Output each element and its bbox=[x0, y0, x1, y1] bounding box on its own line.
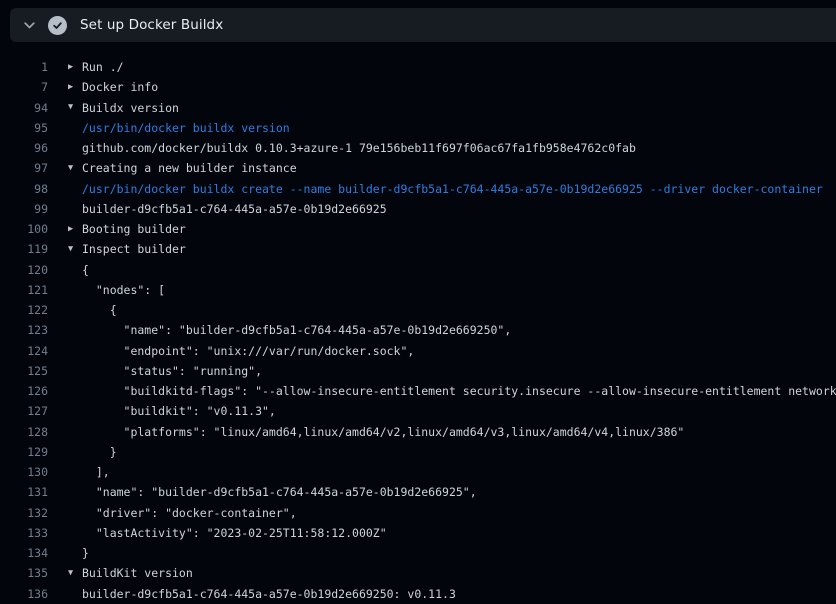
line-number[interactable]: 129 bbox=[0, 445, 48, 459]
triangle-right-icon[interactable]: ▶ bbox=[68, 63, 82, 72]
group-title: Docker info bbox=[82, 80, 158, 94]
log-line: 130 ], bbox=[0, 462, 836, 482]
log-line: 122 { bbox=[0, 300, 836, 320]
line-number[interactable]: 99 bbox=[0, 202, 48, 216]
group-title: Creating a new builder instance bbox=[82, 161, 297, 175]
line-number[interactable]: 121 bbox=[0, 283, 48, 297]
log-group-row[interactable]: 1 ▶Run ./ bbox=[0, 57, 836, 77]
step-header[interactable]: Set up Docker Buildx bbox=[10, 8, 836, 42]
output-text: "name": "builder-d9cfb5a1-c764-445a-a57e… bbox=[82, 485, 477, 499]
output-text: "name": "builder-d9cfb5a1-c764-445a-a57e… bbox=[82, 323, 511, 337]
line-number[interactable]: 1 bbox=[0, 60, 48, 74]
output-text: "status": "running", bbox=[82, 364, 262, 378]
log-line: 127 "buildkit": "v0.11.3", bbox=[0, 401, 836, 421]
line-number[interactable]: 100 bbox=[0, 222, 48, 236]
output-text: } bbox=[82, 546, 89, 560]
log-line: 121 "nodes": [ bbox=[0, 280, 836, 300]
output-text: builder-d9cfb5a1-c764-445a-a57e-0b19d2e6… bbox=[82, 202, 387, 216]
triangle-down-icon[interactable]: ▼ bbox=[68, 164, 82, 173]
line-number[interactable]: 98 bbox=[0, 182, 48, 196]
line-number[interactable]: 96 bbox=[0, 141, 48, 155]
triangle-down-icon[interactable]: ▼ bbox=[68, 569, 82, 578]
line-number[interactable]: 132 bbox=[0, 506, 48, 520]
log-line: 131 "name": "builder-d9cfb5a1-c764-445a-… bbox=[0, 482, 836, 502]
line-number[interactable]: 136 bbox=[0, 587, 48, 601]
log-group-row[interactable]: 135 ▼BuildKit version bbox=[0, 563, 836, 583]
line-number[interactable]: 127 bbox=[0, 404, 48, 418]
log-group-row[interactable]: 97 ▼Creating a new builder instance bbox=[0, 158, 836, 178]
line-number[interactable]: 135 bbox=[0, 566, 48, 580]
group-title: Inspect builder bbox=[82, 242, 186, 256]
log-line: 129 } bbox=[0, 442, 836, 462]
output-text: "endpoint": "unix:///var/run/docker.sock… bbox=[82, 344, 414, 358]
line-number[interactable]: 94 bbox=[0, 101, 48, 115]
output-text: "driver": "docker-container", bbox=[82, 506, 297, 520]
output-text: github.com/docker/buildx 0.10.3+azure-1 … bbox=[82, 141, 636, 155]
log-line: 95/usr/bin/docker buildx version bbox=[0, 118, 836, 138]
group-title: BuildKit version bbox=[82, 566, 193, 580]
log-line: 132 "driver": "docker-container", bbox=[0, 503, 836, 523]
line-number[interactable]: 126 bbox=[0, 384, 48, 398]
log-line: 99 builder-d9cfb5a1-c764-445a-a57e-0b19d2… bbox=[0, 199, 836, 219]
line-number[interactable]: 124 bbox=[0, 344, 48, 358]
log-line: 124 "endpoint": "unix:///var/run/docker.… bbox=[0, 341, 836, 361]
group-title: Run ./ bbox=[82, 60, 124, 74]
line-number[interactable]: 120 bbox=[0, 263, 48, 277]
line-number[interactable]: 7 bbox=[0, 80, 48, 94]
line-number[interactable]: 134 bbox=[0, 546, 48, 560]
output-text: "buildkit": "v0.11.3", bbox=[82, 404, 276, 418]
output-text: builder-d9cfb5a1-c764-445a-a57e-0b19d2e6… bbox=[82, 587, 456, 601]
output-text: "nodes": [ bbox=[82, 283, 165, 297]
triangle-down-icon[interactable]: ▼ bbox=[68, 245, 82, 254]
log-line: 96 github.com/docker/buildx 0.10.3+azure-… bbox=[0, 138, 836, 158]
line-number[interactable]: 125 bbox=[0, 364, 48, 378]
step-title: Set up Docker Buildx bbox=[80, 17, 223, 33]
log-line: 134} bbox=[0, 543, 836, 563]
log-line: 125 "status": "running", bbox=[0, 361, 836, 381]
triangle-down-icon[interactable]: ▼ bbox=[68, 103, 82, 112]
output-text: "buildkitd-flags": "--allow-insecure-ent… bbox=[82, 384, 836, 398]
line-number[interactable]: 123 bbox=[0, 323, 48, 337]
log-line: 120 { bbox=[0, 260, 836, 280]
line-number[interactable]: 119 bbox=[0, 242, 48, 256]
line-number[interactable]: 97 bbox=[0, 161, 48, 175]
log-line: 128 "platforms": "linux/amd64,linux/amd6… bbox=[0, 422, 836, 442]
output-text: } bbox=[82, 445, 117, 459]
line-number[interactable]: 131 bbox=[0, 485, 48, 499]
line-number[interactable]: 130 bbox=[0, 465, 48, 479]
output-text: { bbox=[82, 263, 89, 277]
log-line: 126 "buildkitd-flags": "--allow-insecure… bbox=[0, 381, 836, 401]
command-text: /usr/bin/docker buildx version bbox=[82, 121, 290, 135]
line-number[interactable]: 128 bbox=[0, 425, 48, 439]
log-line: 133 "lastActivity": "2023-02-25T11:58:12… bbox=[0, 523, 836, 543]
log-line: 136 builder-d9cfb5a1-c764-445a-a57e-0b19d… bbox=[0, 584, 836, 604]
line-number[interactable]: 122 bbox=[0, 303, 48, 317]
check-circle-icon bbox=[48, 16, 67, 35]
log-group-row[interactable]: 94 ▼Buildx version bbox=[0, 98, 836, 118]
log-rows: 1▶Run ./7▶Docker info94▼Buildx version95… bbox=[0, 57, 836, 604]
command-text: /usr/bin/docker buildx create --name bui… bbox=[82, 182, 823, 196]
output-text: ], bbox=[82, 465, 110, 479]
group-title: Buildx version bbox=[82, 101, 179, 115]
line-number[interactable]: 95 bbox=[0, 121, 48, 135]
triangle-right-icon[interactable]: ▶ bbox=[68, 83, 82, 92]
chevron-down-icon[interactable] bbox=[14, 8, 44, 42]
log-group-row[interactable]: 119 ▼Inspect builder bbox=[0, 239, 836, 259]
triangle-right-icon[interactable]: ▶ bbox=[68, 225, 82, 234]
group-title: Booting builder bbox=[82, 222, 186, 236]
log-line: 98/usr/bin/docker buildx create --name b… bbox=[0, 179, 836, 199]
output-text: { bbox=[82, 303, 117, 317]
log-group-row[interactable]: 100 ▶Booting builder bbox=[0, 219, 836, 239]
output-text: "platforms": "linux/amd64,linux/amd64/v2… bbox=[82, 425, 684, 439]
log-line: 123 "name": "builder-d9cfb5a1-c764-445a-… bbox=[0, 320, 836, 340]
output-text: "lastActivity": "2023-02-25T11:58:12.000… bbox=[82, 526, 387, 540]
line-number[interactable]: 133 bbox=[0, 526, 48, 540]
log-group-row[interactable]: 7 ▶Docker info bbox=[0, 77, 836, 97]
